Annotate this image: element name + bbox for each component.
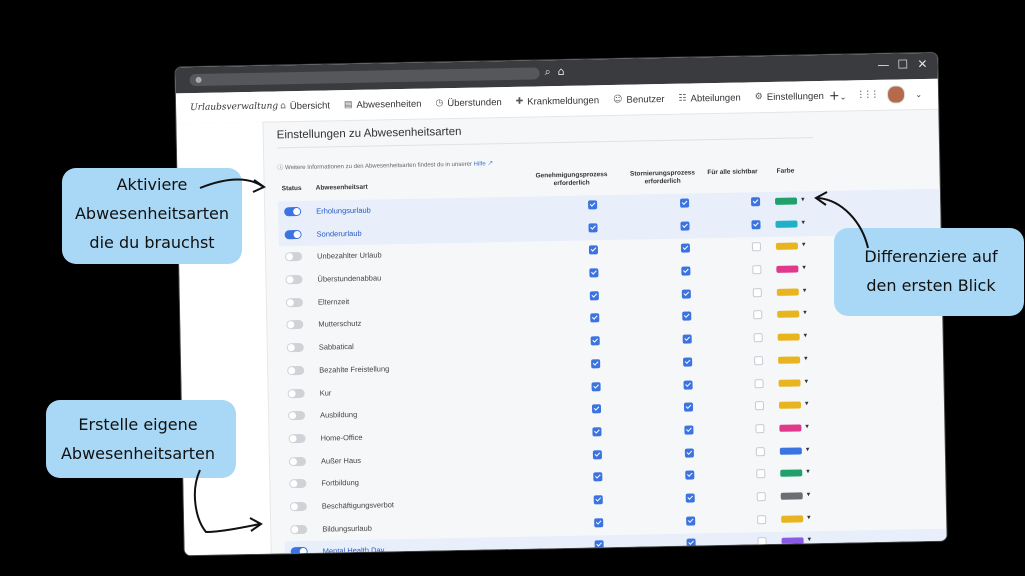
arrow-activate — [199, 178, 263, 189]
callout-arrows — [193, 178, 869, 534]
stage: ⌕ ⌂ — ☐ ✕ Urlaubsverwaltung ⌂ Übersicht ▤ A… — [0, 0, 1025, 576]
arrow-create — [193, 469, 261, 534]
